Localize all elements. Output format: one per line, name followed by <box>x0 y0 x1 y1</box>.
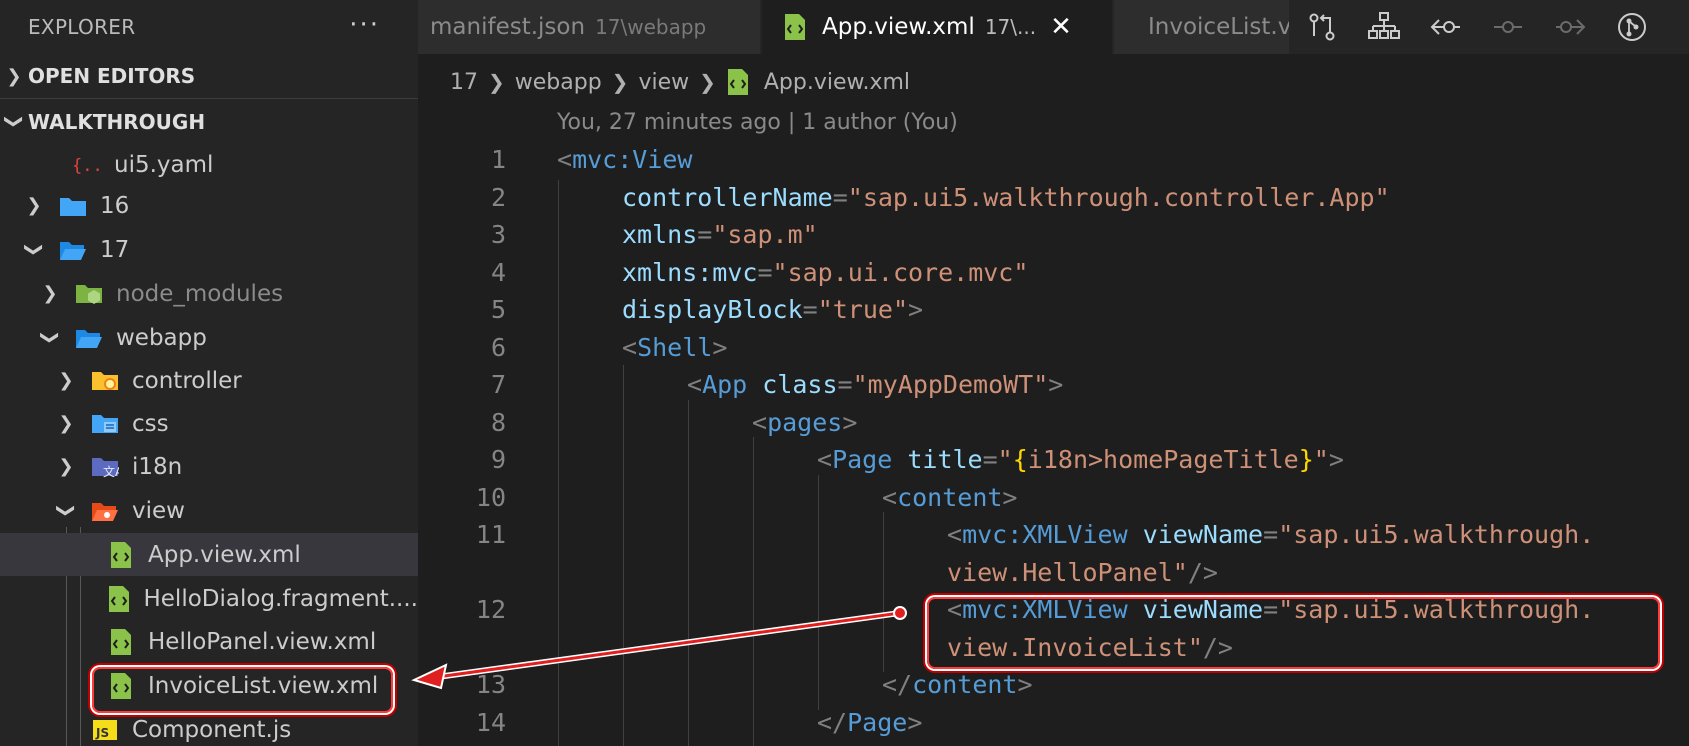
callout-arrow-icon <box>411 606 907 690</box>
